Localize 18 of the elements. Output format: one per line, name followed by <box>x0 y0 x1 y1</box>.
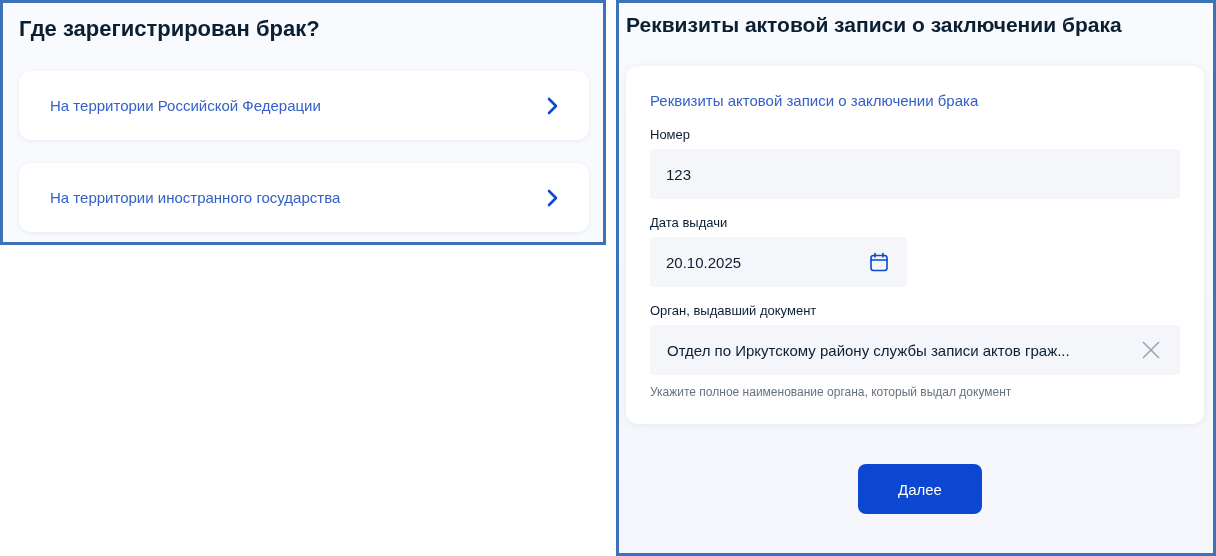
date-field[interactable]: 20.10.2025 <box>650 237 907 287</box>
field-label: Дата выдачи <box>650 214 729 231</box>
field-label: Номер <box>650 126 691 143</box>
chevron-right-icon <box>546 188 558 207</box>
option-label: На территории иностранного государства <box>50 189 341 206</box>
option-card[interactable]: На территории Российской Федерации <box>19 71 589 140</box>
chevron-right-icon <box>546 96 558 115</box>
input-field[interactable]: 123 <box>650 149 1180 199</box>
panel-title: Где зарегистрирован брак? <box>19 15 321 43</box>
field-hint: Укажите полное наименование органа, который выдал документ <box>650 385 1013 399</box>
field-label: Орган, выдавший документ <box>650 302 818 319</box>
next-button[interactable]: Далее <box>858 464 982 514</box>
panel-title: Реквизиты актовой записи о заключении брака <box>626 12 1123 38</box>
input-field[interactable]: Отдел по Иркутскому району службы записи актов граж... <box>650 325 1180 375</box>
option-label: На территории Российской Федерации <box>50 97 321 114</box>
calendar-icon[interactable] <box>869 252 889 272</box>
section-heading: Реквизиты актовой записи о заключении брака <box>650 91 980 111</box>
option-card[interactable]: На территории иностранного государства <box>19 163 589 232</box>
